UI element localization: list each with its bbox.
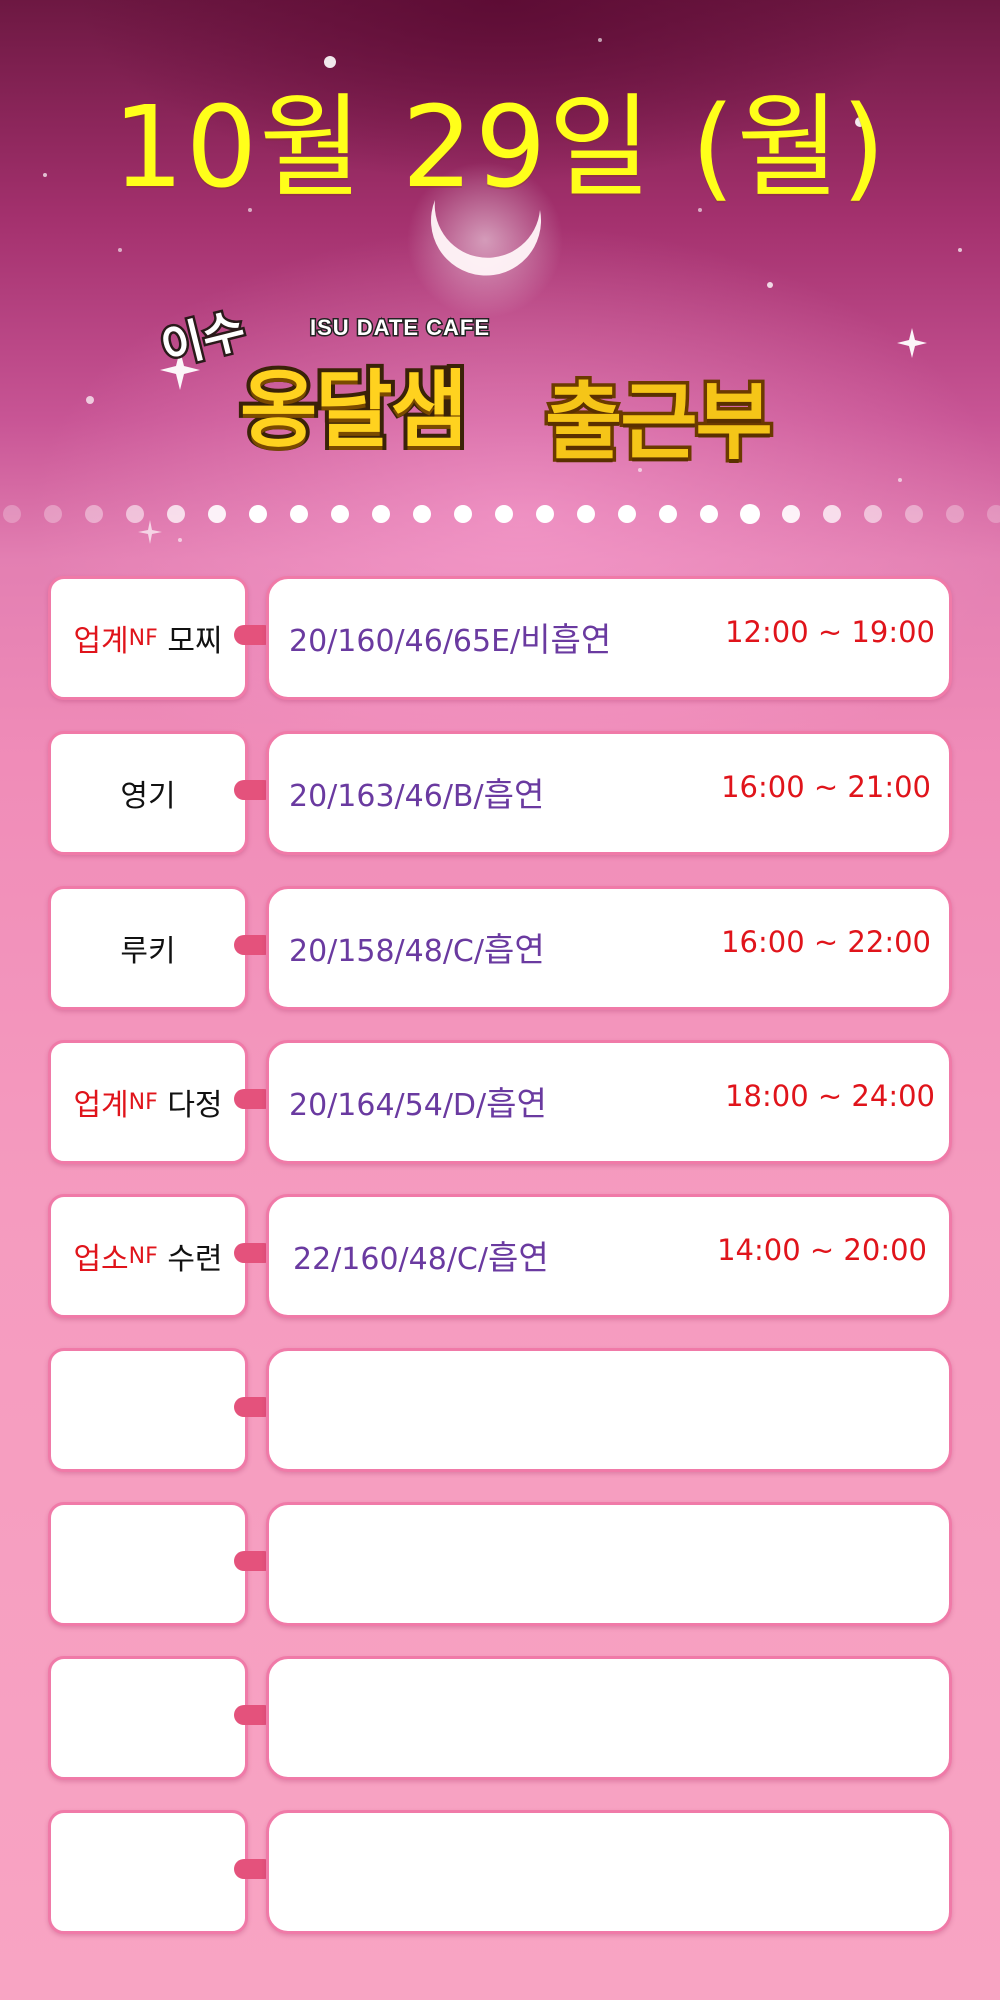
info-box: 20/158/48/C/흡연 16:00 ~ 22:00 <box>266 886 952 1010</box>
schedule-row: 업소 NF 수련 22/160/48/C/흡연 14:00 ~ 20:00 <box>48 1194 952 1318</box>
spec-numbers: 22/160/48/C/ <box>293 1242 488 1277</box>
name-box: 업소 NF 수련 <box>48 1194 248 1318</box>
name-box <box>48 1502 248 1626</box>
info-box <box>266 1656 952 1780</box>
nf-label: NF <box>128 1243 158 1269</box>
smoking-status: 비흡연 <box>520 620 612 659</box>
name-box <box>48 1810 248 1934</box>
spec-text: 22/160/48/C/흡연 <box>293 1231 549 1279</box>
tag-label: 업계 <box>73 1088 129 1123</box>
spec-numbers: 20/158/48/C/ <box>289 934 484 969</box>
logo-isu-text: 이수 <box>153 300 253 378</box>
date-title: 10월 29일 (월) <box>112 83 888 213</box>
work-hours: 14:00 ~ 20:00 <box>717 1233 927 1267</box>
smoking-status: 흡연 <box>486 1084 547 1123</box>
spec-numbers: 20/163/46/B/ <box>289 779 484 814</box>
info-box: 20/160/46/65E/비흡연 12:00 ~ 19:00 <box>266 576 952 700</box>
name-label: 루키 <box>120 934 176 969</box>
dotted-divider <box>3 504 1000 524</box>
name-label: 모찌 <box>167 624 223 659</box>
smoking-status: 흡연 <box>488 1238 549 1277</box>
schedule-row: 업계 NF 모찌 20/160/46/65E/비흡연 12:00 ~ 19:00 <box>48 576 952 700</box>
name-label: 수련 <box>167 1242 223 1277</box>
schedule-row: 업계 NF 다정 20/164/54/D/흡연 18:00 ~ 24:00 <box>48 1040 952 1164</box>
info-box <box>266 1348 952 1472</box>
schedule-row: 영기 20/163/46/B/흡연 16:00 ~ 21:00 <box>48 731 952 855</box>
name-box: 루키 <box>48 886 248 1010</box>
nf-label: NF <box>128 625 158 651</box>
spec-text: 20/163/46/B/흡연 <box>289 768 544 816</box>
work-hours: 16:00 ~ 22:00 <box>721 925 931 959</box>
name-label: 다정 <box>167 1088 223 1123</box>
name-box: 업계 NF 모찌 <box>48 576 248 700</box>
schedule-row <box>48 1348 952 1472</box>
schedule-row: 루키 20/158/48/C/흡연 16:00 ~ 22:00 <box>48 886 952 1010</box>
spec-numbers: 20/164/54/D/ <box>289 1088 487 1123</box>
name-label: 영기 <box>120 779 176 814</box>
info-box <box>266 1810 952 1934</box>
tag-label: 업소 <box>73 1242 129 1277</box>
nf-label: NF <box>128 1089 158 1115</box>
work-hours: 12:00 ~ 19:00 <box>725 615 935 649</box>
logo-name: 옹달샘 <box>236 357 472 463</box>
info-box: 20/164/54/D/흡연 18:00 ~ 24:00 <box>266 1040 952 1164</box>
info-box: 20/163/46/B/흡연 16:00 ~ 21:00 <box>266 731 952 855</box>
name-box <box>48 1348 248 1472</box>
cafe-logo: 이수 ISU DATE CAFE 옹달샘 출근부 <box>153 285 840 485</box>
schedule-row <box>48 1502 952 1626</box>
attendance-label: 출근부 <box>542 370 777 475</box>
smoking-status: 흡연 <box>484 930 545 969</box>
name-box: 영기 <box>48 731 248 855</box>
tag-label: 업계 <box>73 624 129 659</box>
schedule-row <box>48 1656 952 1780</box>
schedule-row <box>48 1810 952 1934</box>
logo-subtitle: ISU DATE CAFE <box>308 314 491 342</box>
spec-numbers: 20/160/46/65E/ <box>289 624 521 659</box>
spec-text: 20/158/48/C/흡연 <box>289 923 545 971</box>
spec-text: 20/160/46/65E/비흡연 <box>289 613 611 661</box>
work-hours: 16:00 ~ 21:00 <box>721 770 931 804</box>
smoking-status: 흡연 <box>483 775 545 814</box>
name-box: 업계 NF 다정 <box>48 1040 248 1164</box>
info-box <box>266 1502 952 1626</box>
info-box: 22/160/48/C/흡연 14:00 ~ 20:00 <box>266 1194 952 1318</box>
spec-text: 20/164/54/D/흡연 <box>289 1077 547 1125</box>
name-box <box>48 1656 248 1780</box>
work-hours: 18:00 ~ 24:00 <box>725 1079 935 1113</box>
